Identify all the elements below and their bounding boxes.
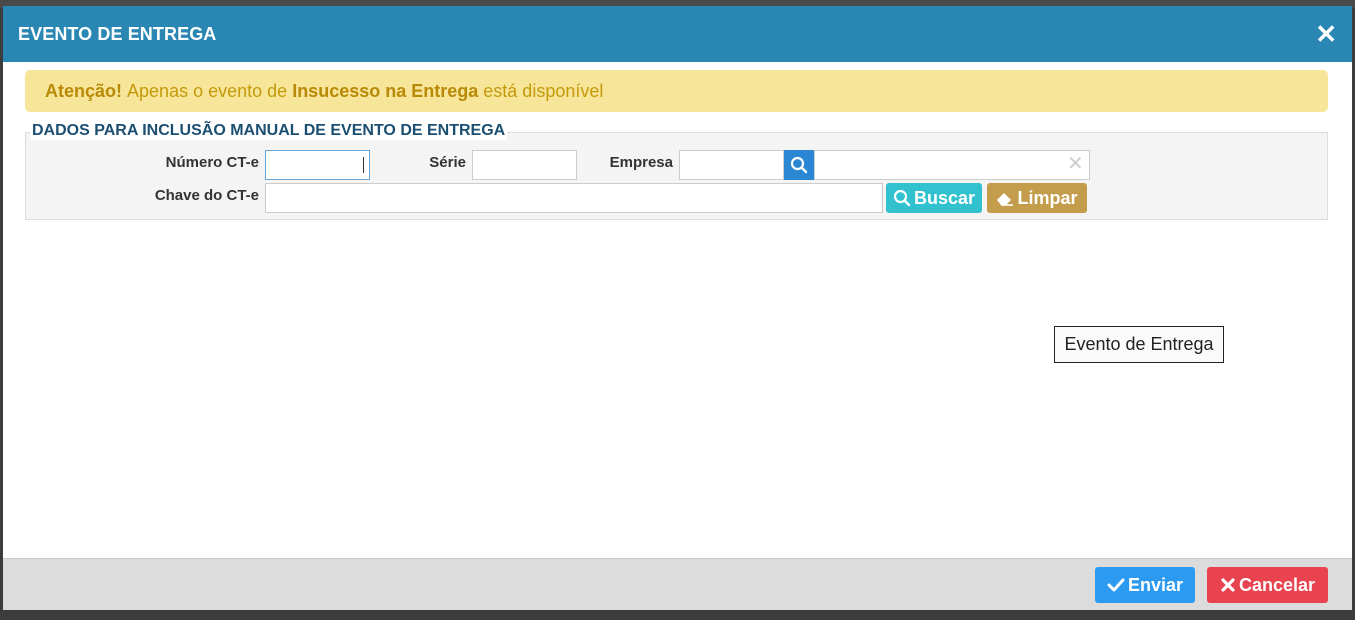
limpar-label: Limpar	[1017, 187, 1078, 208]
check-icon	[1107, 578, 1125, 592]
empresa-code-input[interactable]	[679, 150, 784, 180]
search-icon	[893, 189, 911, 207]
empresa-label: Empresa	[609, 154, 673, 171]
limpar-button[interactable]: Limpar	[987, 183, 1087, 213]
modal-footer: Enviar Cancelar	[3, 558, 1352, 610]
modal-header: EVENTO DE ENTREGA ✕	[3, 6, 1352, 62]
search-icon[interactable]	[784, 150, 814, 180]
buscar-button[interactable]: Buscar	[886, 183, 982, 213]
alert-prefix: Atenção!	[45, 80, 123, 101]
alert-text-after: está disponível	[483, 80, 604, 101]
chave-cte-label: Chave do CT-e	[154, 187, 259, 204]
eraser-icon	[997, 193, 1014, 206]
warning-alert: Atenção! Apenas o evento de Insucesso na…	[25, 70, 1328, 112]
alert-text-before: Apenas o evento de	[127, 80, 288, 101]
fieldset-legend: DADOS PARA INCLUSÃO MANUAL DE EVENTO DE …	[30, 122, 508, 140]
modal-title: EVENTO DE ENTREGA	[18, 23, 217, 44]
text-caret	[363, 157, 364, 173]
numero-cte-input[interactable]	[265, 150, 370, 180]
x-icon	[1221, 578, 1235, 592]
clear-icon[interactable]: ✕	[1067, 154, 1084, 174]
serie-label: Série	[429, 154, 466, 171]
enviar-button[interactable]: Enviar	[1095, 567, 1195, 603]
alert-highlight: Insucesso na Entrega	[292, 80, 479, 101]
numero-cte-label: Número CT-e	[165, 154, 259, 171]
buscar-label: Buscar	[913, 187, 976, 208]
serie-input[interactable]	[472, 150, 577, 180]
cancelar-button[interactable]: Cancelar	[1207, 567, 1328, 603]
manual-event-fieldset: DADOS PARA INCLUSÃO MANUAL DE EVENTO DE …	[25, 122, 1328, 220]
chave-cte-input[interactable]	[265, 183, 883, 213]
tooltip: Evento de Entrega	[1054, 326, 1224, 363]
cancelar-label: Cancelar	[1238, 574, 1316, 595]
enviar-label: Enviar	[1127, 574, 1184, 595]
empresa-name-input[interactable]	[814, 150, 1090, 180]
close-icon[interactable]: ✕	[1315, 21, 1337, 47]
evento-entrega-modal: EVENTO DE ENTREGA ✕ Atenção! Apenas o ev…	[3, 6, 1352, 610]
